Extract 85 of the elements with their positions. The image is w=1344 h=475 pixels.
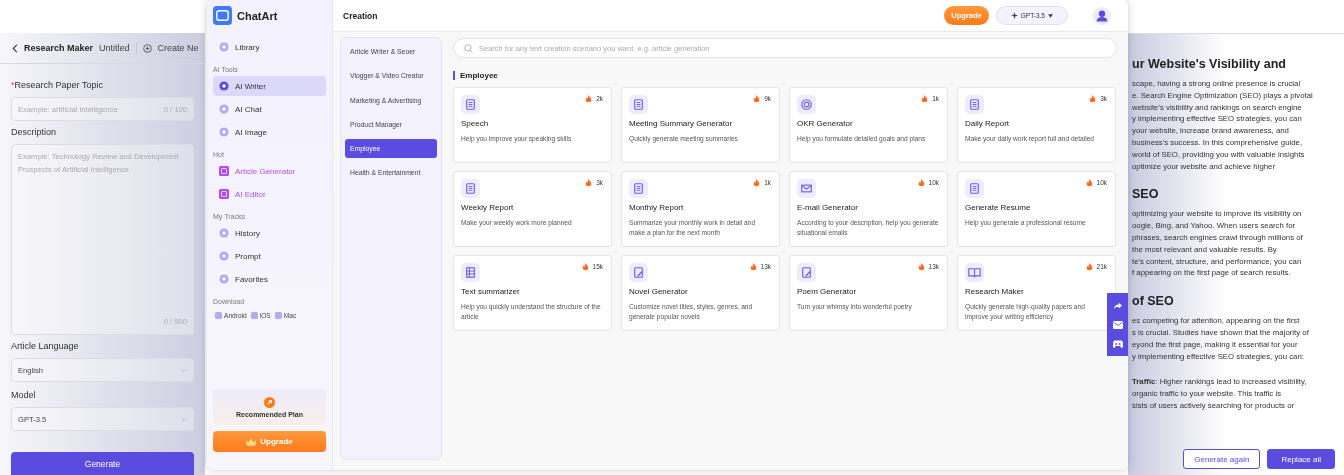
- field-label: Description: [11, 127, 58, 137]
- card-title: Monthly Report: [629, 203, 685, 212]
- flame-icon: [585, 95, 593, 102]
- envelope-icon: [797, 179, 816, 198]
- document-icon: [461, 263, 480, 282]
- replace-all-button[interactable]: Replace all: [1267, 449, 1335, 469]
- page-title: Research Maker: [24, 43, 94, 53]
- plus-circle-icon: [142, 43, 152, 53]
- sidebar-item[interactable]: Favorites: [213, 269, 326, 289]
- card-title: Text summarizer: [461, 287, 521, 296]
- sidebar-item[interactable]: Prompt: [213, 246, 326, 266]
- flame-icon: [921, 95, 929, 102]
- create-new-link[interactable]: Create Ne: [157, 43, 199, 53]
- target-icon: [797, 95, 816, 114]
- document-title: Untitled: [99, 43, 130, 53]
- card-title: Weekly Report: [461, 203, 515, 212]
- flame-icon: [917, 263, 925, 270]
- circle-icon: [219, 127, 229, 137]
- circle-icon: [219, 228, 229, 238]
- sidebar-item[interactable]: AI Editor: [213, 184, 326, 204]
- section-heading: Employee: [460, 71, 498, 80]
- sidebar-item[interactable]: AI Writer: [213, 76, 326, 96]
- book-icon: [965, 263, 984, 282]
- field-label: Model: [11, 390, 37, 400]
- sidebar-item[interactable]: AI Image: [213, 122, 326, 142]
- document-icon: [461, 95, 480, 114]
- flame-icon: [581, 263, 589, 270]
- card-title: Daily Report: [965, 119, 1010, 128]
- platform-icon: [274, 312, 282, 319]
- card-title: Novel Generator: [629, 287, 689, 296]
- flame-icon: [749, 263, 757, 270]
- card-title: OKR Generator: [797, 119, 854, 128]
- generate-button[interactable]: Generate: [11, 452, 194, 475]
- card-title: Speech: [461, 119, 490, 128]
- brand-name: ChatArt: [237, 9, 278, 22]
- envelope-icon[interactable]: [1112, 320, 1123, 329]
- page-title: Creation: [343, 10, 378, 21]
- field-label: Article Language: [11, 341, 80, 351]
- pencil-document-icon: [629, 263, 648, 282]
- search-icon: [464, 43, 473, 53]
- sidebar-item[interactable]: AI Chat: [213, 99, 326, 119]
- circle-icon: [219, 274, 229, 284]
- circle-icon: [219, 251, 229, 261]
- card-title: Meeting Summary Generator: [629, 119, 734, 128]
- back-icon[interactable]: [12, 43, 18, 53]
- share-arrow-icon[interactable]: [1112, 301, 1123, 310]
- article-heading: of SEO: [1132, 293, 1175, 310]
- card-title: Generate Resume: [965, 203, 1032, 212]
- logo-icon: [213, 6, 232, 25]
- circle-icon: [219, 42, 229, 52]
- article-heading: SEO: [1132, 186, 1160, 203]
- game-controller-icon[interactable]: [1112, 339, 1123, 348]
- document-icon: [965, 179, 984, 198]
- arrow-up-right-icon: [264, 396, 275, 408]
- platform-icon: [215, 312, 222, 319]
- flame-icon: [917, 179, 925, 186]
- flame-icon: [753, 95, 761, 102]
- flame-icon: [585, 179, 593, 186]
- pencil-document-icon: [797, 263, 816, 282]
- circle-icon: [219, 104, 229, 114]
- generate-again-button[interactable]: Generate again: [1183, 449, 1261, 469]
- sidebar-item[interactable]: Library: [213, 37, 326, 57]
- circle-icon: [219, 81, 229, 91]
- document-icon: [629, 95, 648, 114]
- document-icon: [629, 179, 648, 198]
- card-title: Poem Generator: [797, 287, 858, 296]
- document-icon: [461, 179, 480, 198]
- platform-icon: [250, 312, 258, 319]
- crown-icon: [246, 437, 257, 446]
- tile-icon: [219, 166, 229, 176]
- flame-icon: [1085, 263, 1093, 270]
- document-icon: [965, 95, 984, 114]
- caret-icon: [1048, 13, 1053, 18]
- flame-icon: [1085, 179, 1093, 186]
- sidebar-item[interactable]: History: [213, 223, 326, 243]
- sidebar-item[interactable]: Article Generator: [213, 161, 326, 181]
- card-title: Research Maker: [965, 287, 1025, 296]
- tile-icon: [219, 189, 229, 199]
- flame-icon: [1089, 95, 1097, 102]
- sparkle-icon: [1010, 12, 1018, 19]
- field-label: *Research Paper Topic: [11, 80, 104, 90]
- article-heading: ur Website's Visibility and: [1132, 56, 1287, 72]
- card-title: E-mail Generator: [797, 203, 859, 212]
- avatar-icon[interactable]: [1093, 6, 1111, 25]
- flame-icon: [753, 179, 761, 186]
